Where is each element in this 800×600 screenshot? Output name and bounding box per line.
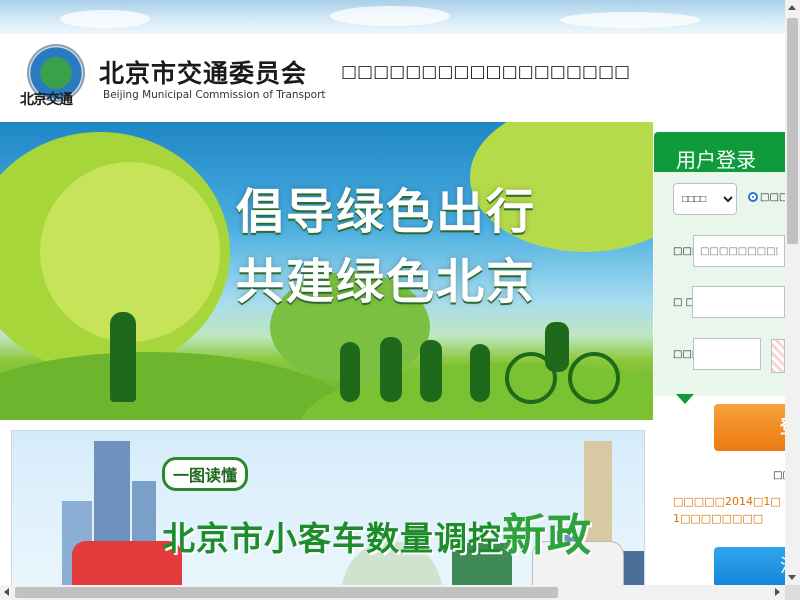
- banner-tag: 一图读懂: [162, 457, 249, 491]
- site-title: □□□□□□□□□□□□□□□□□□: [341, 62, 631, 82]
- register-button[interactable]: 注: [714, 547, 798, 587]
- cloud-decoration: [560, 12, 700, 28]
- banner-policy-title-main: 北京市小客车数量调控: [162, 519, 502, 558]
- login-panel-pointer: [676, 394, 694, 404]
- captcha-image[interactable]: [771, 339, 785, 373]
- scroll-right-arrow-icon[interactable]: [775, 588, 780, 596]
- cloud-decoration: [60, 10, 150, 28]
- scroll-left-arrow-icon[interactable]: [4, 588, 9, 596]
- child-silhouette: [340, 342, 360, 402]
- login-title: 用户登录: [676, 148, 756, 172]
- cloud-decoration: [330, 6, 450, 26]
- policy-notice-text: □□□□□2014□1□1□□□□□□□□: [673, 495, 781, 525]
- bicycle-wheel-icon: [568, 352, 620, 404]
- scroll-up-arrow-icon[interactable]: [788, 5, 796, 10]
- site-header: 北京交通 北京市交通委员会 Beijing Municipal Commissi…: [0, 34, 785, 122]
- horizontal-scroll-thumb[interactable]: [15, 587, 558, 598]
- login-button[interactable]: 登: [714, 404, 798, 451]
- banner-slogan-line1: 倡导绿色出行: [236, 184, 537, 240]
- user-type-select[interactable]: □□□□: [673, 183, 737, 215]
- logo-wordmark: 北京交通: [20, 92, 73, 108]
- org-name-en: Beijing Municipal Commission of Transpor…: [103, 89, 326, 101]
- username-input[interactable]: [693, 235, 785, 267]
- green-travel-banner[interactable]: 倡导绿色出行 共建绿色北京: [0, 122, 653, 420]
- login-mode-radio[interactable]: [748, 192, 758, 202]
- vertical-scroll-thumb[interactable]: [787, 18, 798, 244]
- runner-silhouette: [110, 312, 136, 402]
- scroll-down-arrow-icon[interactable]: [788, 575, 796, 580]
- car-policy-banner[interactable]: 一图读懂 北京市小客车数量调控新政: [11, 430, 645, 592]
- child-silhouette: [420, 340, 442, 402]
- captcha-input[interactable]: [693, 338, 761, 370]
- header-sky-strip: [0, 0, 785, 34]
- password-input[interactable]: [692, 286, 785, 318]
- child-silhouette: [470, 344, 490, 402]
- banner-policy-title: 北京市小客车数量调控新政: [162, 499, 592, 563]
- child-silhouette: [380, 337, 402, 402]
- banner-slogan-line2: 共建绿色北京: [236, 254, 537, 310]
- banner-policy-title-emph: 新政: [502, 510, 592, 561]
- cyclist-silhouette: [545, 322, 569, 372]
- scrollbar-corner: [785, 585, 800, 600]
- org-name-cn[interactable]: 北京市交通委员会: [99, 54, 307, 90]
